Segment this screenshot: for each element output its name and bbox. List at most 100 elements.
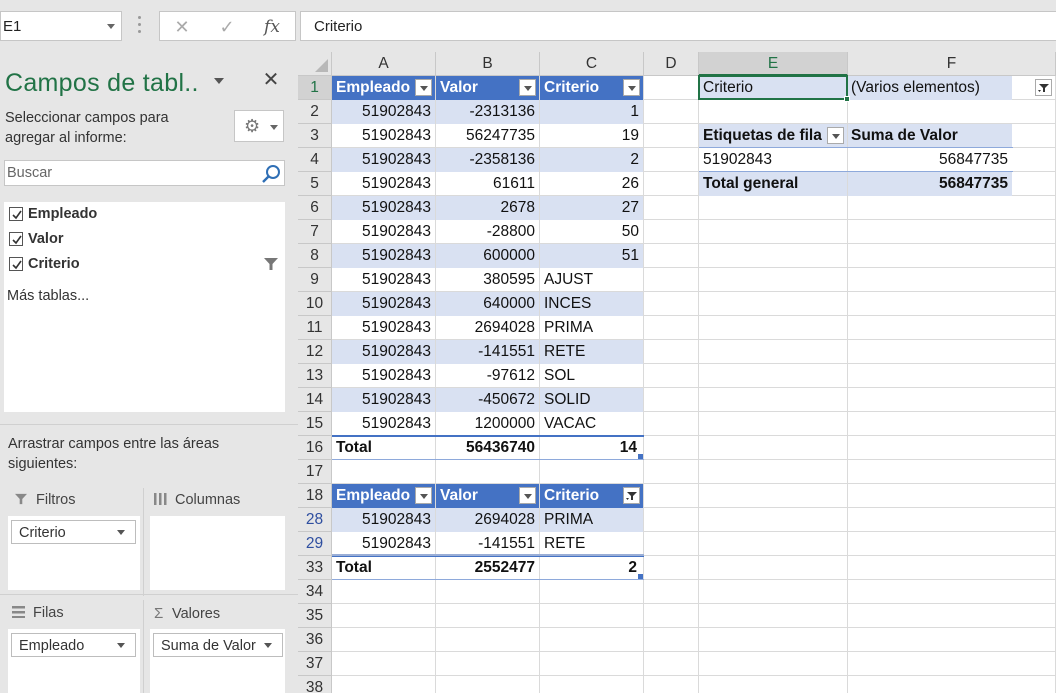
table-cell[interactable]: 51902843 xyxy=(332,532,435,556)
field-item-criterio[interactable]: Criterio xyxy=(7,254,282,276)
row-header-29[interactable]: 29 xyxy=(298,532,332,556)
table-cell[interactable]: 600000 xyxy=(436,244,539,268)
fill-handle[interactable] xyxy=(844,96,850,102)
table-total-cell[interactable]: Total xyxy=(332,556,435,580)
row-header-4[interactable]: 4 xyxy=(298,148,332,172)
table-cell[interactable]: 2694028 xyxy=(436,316,539,340)
column-header-a[interactable]: A xyxy=(332,52,436,76)
table-total-cell[interactable]: Total xyxy=(332,436,435,460)
table-cell[interactable]: 2 xyxy=(540,148,643,172)
chevron-down-icon[interactable] xyxy=(117,643,125,648)
pivot-row-value[interactable]: 56847735 xyxy=(848,148,1012,172)
cancel-icon[interactable]: ✕ xyxy=(167,14,197,40)
drag-handle-icon[interactable] xyxy=(138,16,142,36)
select-all-button[interactable] xyxy=(298,52,332,76)
table-cell[interactable]: -2358136 xyxy=(436,148,539,172)
table-cell[interactable]: -28800 xyxy=(436,220,539,244)
row-header-11[interactable]: 11 xyxy=(298,316,332,340)
filter-dropdown-button[interactable] xyxy=(519,487,536,504)
table-cell[interactable]: 51902843 xyxy=(332,244,435,268)
table-total-cell[interactable]: 2 xyxy=(540,556,643,580)
table-total-cell[interactable]: 56436740 xyxy=(436,436,539,460)
chevron-down-icon[interactable] xyxy=(264,643,272,648)
table-cell[interactable]: -141551 xyxy=(436,340,539,364)
row-header-37[interactable]: 37 xyxy=(298,652,332,676)
close-icon[interactable]: ✕ xyxy=(261,67,281,92)
table-cell[interactable]: 1 xyxy=(540,100,643,124)
row-header-34[interactable]: 34 xyxy=(298,580,332,604)
filter-dropdown-button[interactable] xyxy=(519,79,536,96)
table-cell[interactable]: 61611 xyxy=(436,172,539,196)
table-cell[interactable]: 51902843 xyxy=(332,220,435,244)
table-cell[interactable]: 51902843 xyxy=(332,124,435,148)
value-field-pill[interactable]: Suma de Valor xyxy=(153,633,283,657)
row-header-18[interactable]: 18 xyxy=(298,484,332,508)
row-header-33[interactable]: 33 xyxy=(298,556,332,580)
chevron-down-icon[interactable] xyxy=(107,24,115,29)
table-cell[interactable]: AJUST xyxy=(540,268,643,292)
table-cell[interactable]: SOL xyxy=(540,364,643,388)
table-cell[interactable]: 640000 xyxy=(436,292,539,316)
table-cell[interactable]: 51 xyxy=(540,244,643,268)
table-cell[interactable]: 2694028 xyxy=(436,508,539,532)
pivot-row-filter-button[interactable] xyxy=(827,127,844,144)
table-cell[interactable]: 51902843 xyxy=(332,148,435,172)
chevron-down-icon[interactable] xyxy=(214,78,224,84)
row-header-16[interactable]: 16 xyxy=(298,436,332,460)
row-header-28[interactable]: 28 xyxy=(298,508,332,532)
name-box[interactable]: E1 xyxy=(0,11,122,41)
table-cell[interactable]: 50 xyxy=(540,220,643,244)
column-header-f[interactable]: F xyxy=(848,52,1056,76)
table-cell[interactable]: 51902843 xyxy=(332,412,435,436)
table-cell[interactable]: RETE xyxy=(540,532,643,556)
filter-field-pill[interactable]: Criterio xyxy=(11,520,136,544)
table-total-cell[interactable]: 14 xyxy=(540,436,643,460)
table-resize-handle[interactable] xyxy=(638,574,643,579)
columns-drop-zone[interactable] xyxy=(150,516,285,590)
pivot-grand-total-label[interactable]: Total general xyxy=(699,172,847,196)
pane-divider[interactable] xyxy=(0,424,298,425)
filter-icon[interactable] xyxy=(264,257,278,271)
table-cell[interactable]: 51902843 xyxy=(332,316,435,340)
table-cell[interactable]: 1200000 xyxy=(436,412,539,436)
table-cell[interactable]: 51902843 xyxy=(332,508,435,532)
rows-drop-zone[interactable]: Empleado xyxy=(8,629,140,693)
table-cell[interactable]: -97612 xyxy=(436,364,539,388)
row-header-15[interactable]: 15 xyxy=(298,412,332,436)
table-cell[interactable]: 51902843 xyxy=(332,196,435,220)
row-header-7[interactable]: 7 xyxy=(298,220,332,244)
row-header-38[interactable]: 38 xyxy=(298,676,332,693)
check-icon[interactable]: ✓ xyxy=(212,14,242,40)
more-tables-link[interactable]: Más tablas... xyxy=(7,288,89,304)
search-icon[interactable] xyxy=(261,164,281,184)
filter-dropdown-button[interactable] xyxy=(623,79,640,96)
pivot-value-header[interactable]: Suma de Valor xyxy=(848,124,1012,148)
table-cell[interactable]: 2678 xyxy=(436,196,539,220)
row-field-pill[interactable]: Empleado xyxy=(11,633,136,657)
field-item-valor[interactable]: Valor xyxy=(7,229,282,251)
row-header-14[interactable]: 14 xyxy=(298,388,332,412)
values-drop-zone[interactable]: Suma de Valor xyxy=(150,629,285,693)
table-cell[interactable]: 19 xyxy=(540,124,643,148)
table-cell[interactable]: 56247735 xyxy=(436,124,539,148)
chevron-down-icon[interactable] xyxy=(117,530,125,535)
table-cell[interactable]: 51902843 xyxy=(332,388,435,412)
filter-applied-button[interactable] xyxy=(623,487,640,504)
table-cell[interactable]: VACAC xyxy=(540,412,643,436)
table-cell[interactable]: PRIMA xyxy=(540,508,643,532)
row-header-2[interactable]: 2 xyxy=(298,100,332,124)
field-item-empleado[interactable]: Empleado xyxy=(7,204,282,226)
pivot-row-label-header[interactable]: Etiquetas de fila xyxy=(699,124,847,148)
tools-button[interactable]: ⚙ xyxy=(234,110,284,142)
table-cell[interactable]: SOLID xyxy=(540,388,643,412)
row-header-35[interactable]: 35 xyxy=(298,604,332,628)
table-cell[interactable]: 51902843 xyxy=(332,292,435,316)
pivot-filter-value[interactable]: (Varios elementos) xyxy=(848,76,1012,100)
filter-dropdown-button[interactable] xyxy=(415,487,432,504)
table-cell[interactable]: 51902843 xyxy=(332,100,435,124)
table-cell[interactable]: 51902843 xyxy=(332,268,435,292)
formula-input[interactable]: Criterio xyxy=(300,11,1056,41)
column-header-b[interactable]: B xyxy=(436,52,540,76)
table-cell[interactable]: 51902843 xyxy=(332,172,435,196)
column-header-c[interactable]: C xyxy=(540,52,644,76)
